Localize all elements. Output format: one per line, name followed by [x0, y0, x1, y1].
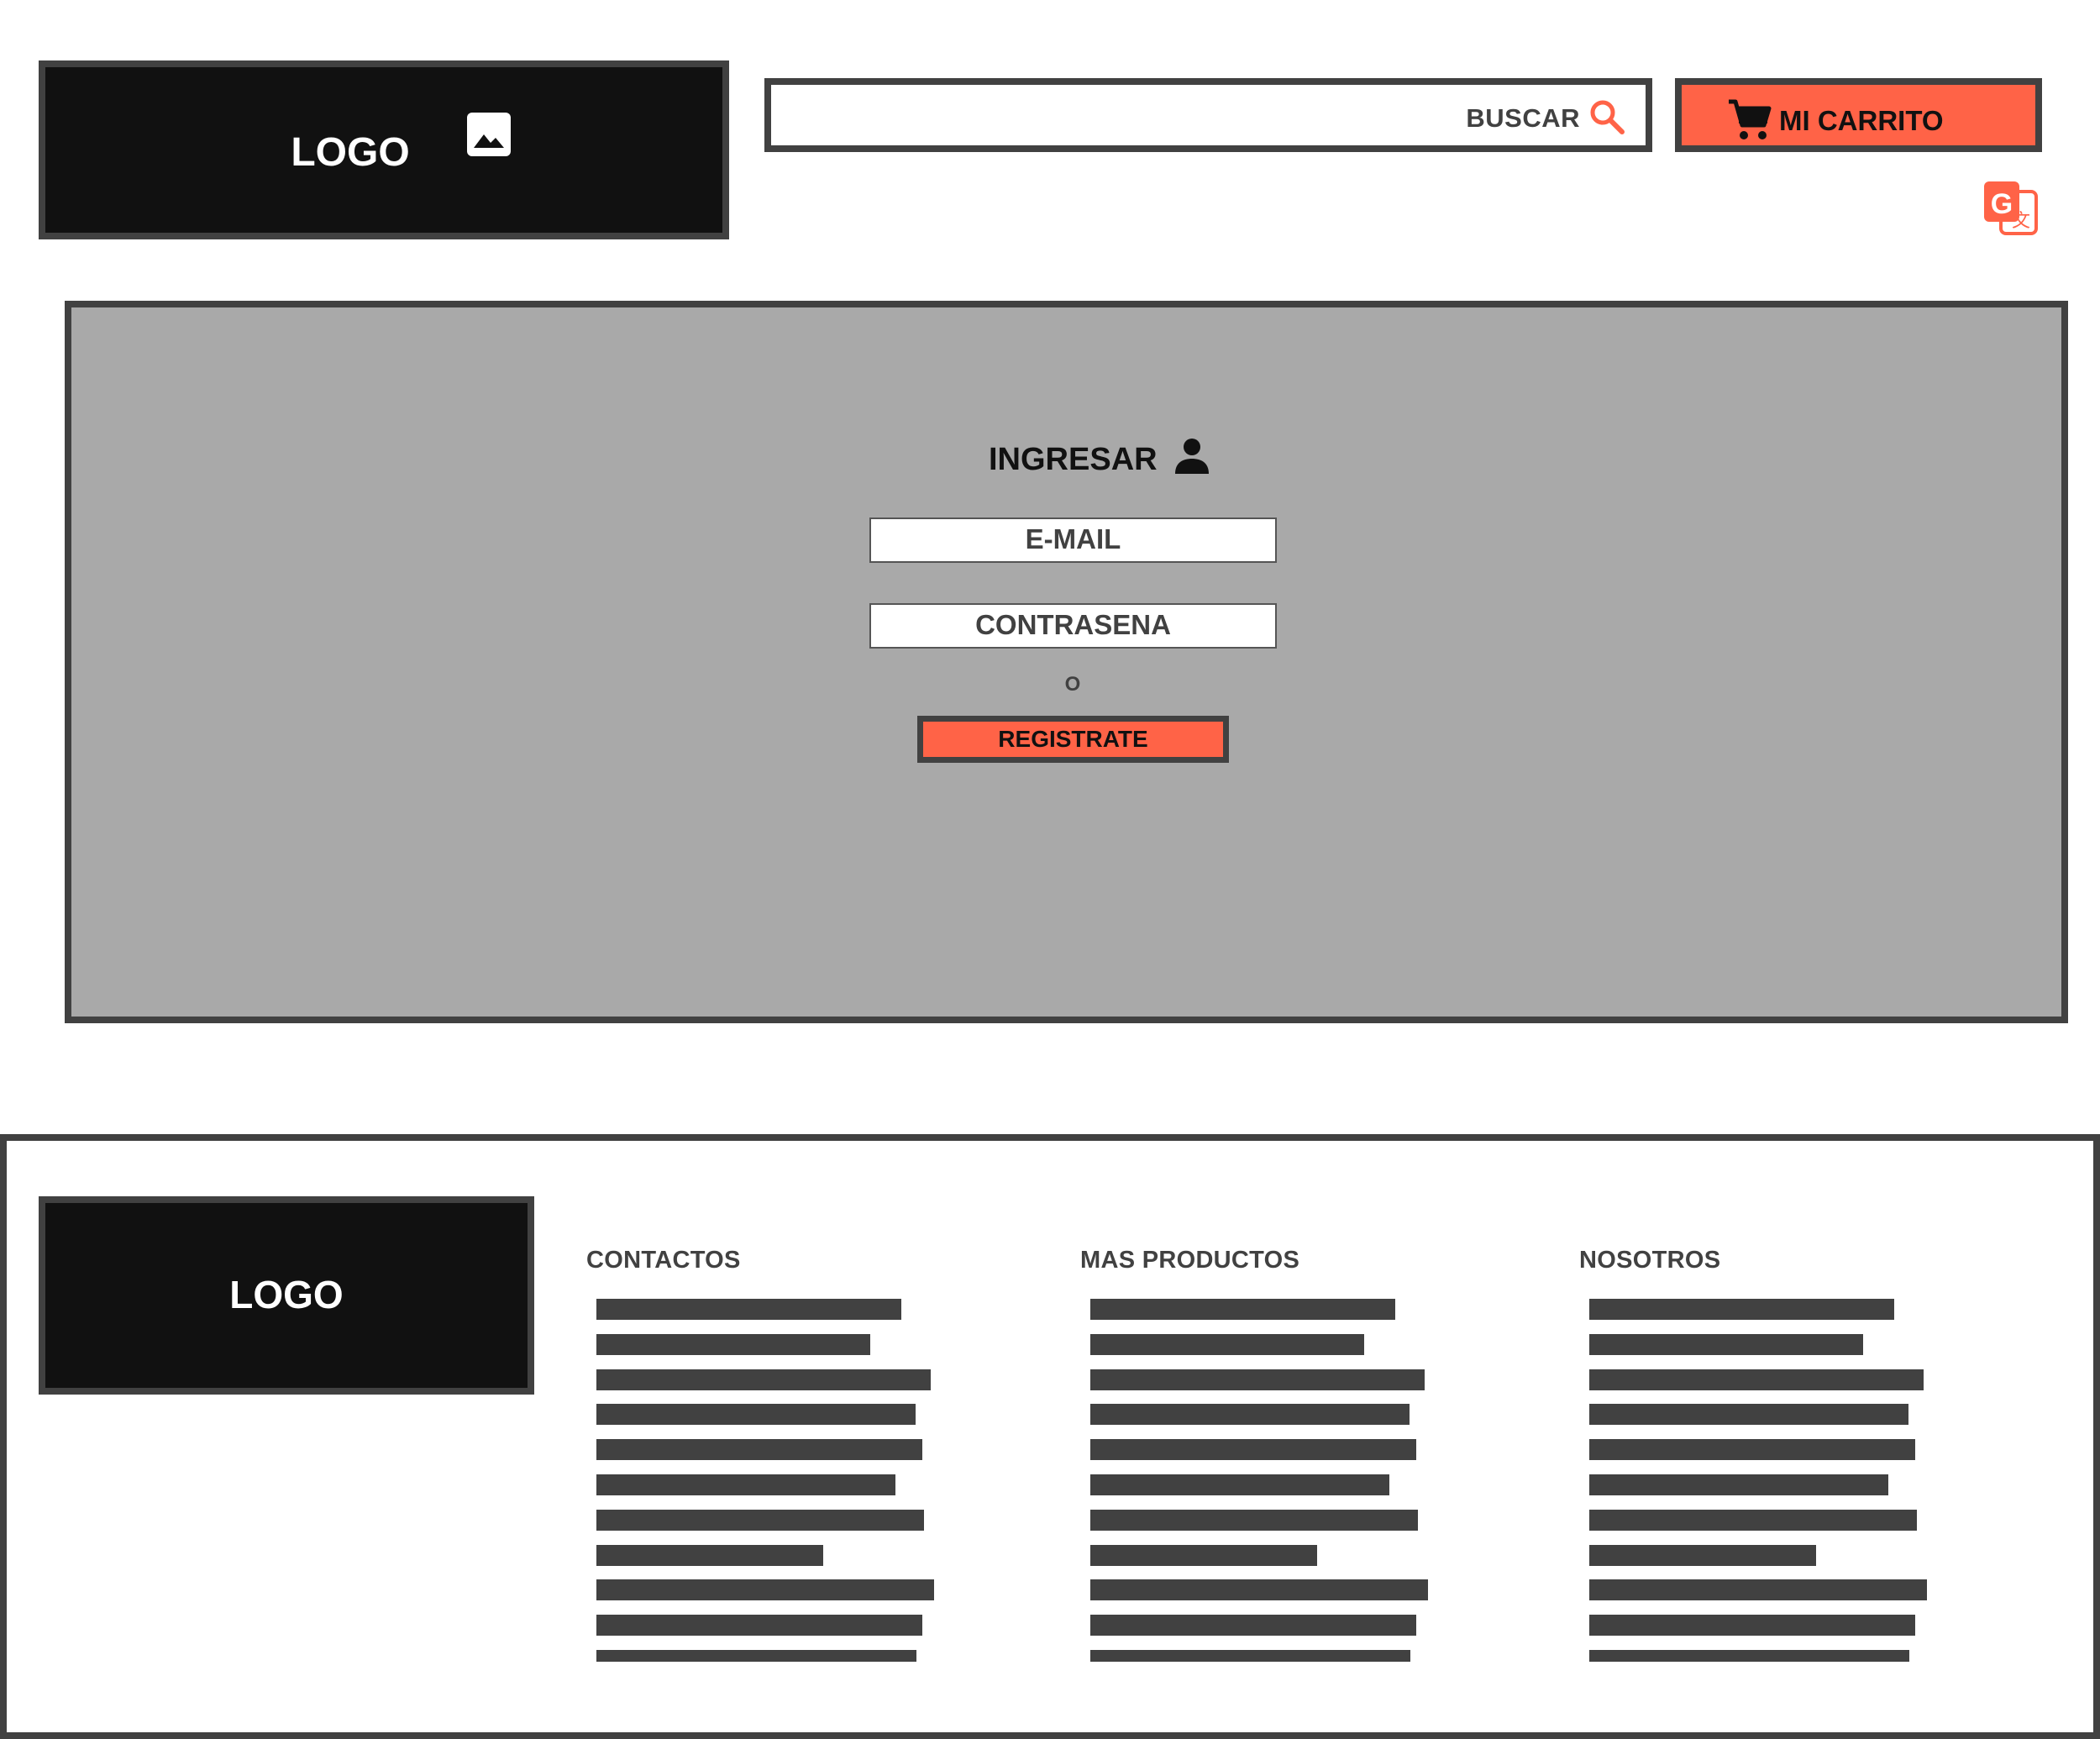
placeholder-text-line: [1090, 1404, 1410, 1426]
footer-column-mas-productos: [1084, 1299, 1436, 1662]
placeholder-text-line: [596, 1650, 916, 1662]
user-icon: [1172, 435, 1212, 475]
placeholder-text-line: [596, 1333, 870, 1355]
placeholder-text-line: [596, 1509, 924, 1531]
footer-title-contactos: CONTACTOS: [586, 1247, 741, 1274]
placeholder-text-line: [1090, 1299, 1395, 1320]
footer-logo-text: LOGO: [229, 1273, 344, 1316]
cart-icon: [1727, 98, 1772, 142]
placeholder-text-line: [1090, 1544, 1317, 1566]
footer: LOGO CONTACTOS MAS PRODUCTOS NOSOTROS: [0, 1134, 2100, 1739]
svg-text:文: 文: [2012, 211, 2030, 232]
placeholder-text-line: [1090, 1439, 1416, 1461]
placeholder-text-line: [1589, 1579, 1927, 1601]
placeholder-text-line: [596, 1299, 901, 1320]
translate-icon[interactable]: G 文: [1982, 180, 2040, 237]
placeholder-text-line: [1589, 1509, 1917, 1531]
image-icon: [467, 113, 511, 156]
placeholder-text-line: [596, 1369, 931, 1390]
password-field[interactable]: CONTRASENA: [869, 603, 1277, 649]
footer-title-nosotros: NOSOTROS: [1579, 1247, 1721, 1274]
cart-button[interactable]: MI CARRITO: [1675, 78, 2042, 152]
search-label: BUSCAR: [1466, 103, 1580, 133]
footer-logo[interactable]: LOGO: [39, 1196, 534, 1395]
header-logo-text: LOGO: [291, 130, 410, 175]
search-icon[interactable]: [1588, 98, 1625, 135]
header-logo[interactable]: LOGO: [39, 60, 729, 239]
placeholder-text-line: [1589, 1299, 1894, 1320]
placeholder-text-line: [1090, 1333, 1364, 1355]
placeholder-text-line: [596, 1404, 916, 1426]
placeholder-text-line: [596, 1579, 934, 1601]
placeholder-text-line: [1090, 1650, 1410, 1662]
placeholder-text-line: [596, 1544, 823, 1566]
placeholder-text-line: [1589, 1615, 1915, 1637]
placeholder-text-line: [1589, 1404, 1908, 1426]
login-panel: INGRESAR E-MAIL CONTRASENA O REGISTRATE: [65, 301, 2068, 1023]
placeholder-text-line: [596, 1439, 922, 1461]
placeholder-text-line: [1589, 1474, 1888, 1495]
footer-column-nosotros: [1583, 1299, 1935, 1662]
placeholder-text-line: [1589, 1544, 1816, 1566]
login-title: INGRESAR: [989, 442, 1158, 477]
placeholder-text-line: [1090, 1369, 1425, 1390]
or-separator: O: [1064, 673, 1081, 696]
placeholder-text-line: [1090, 1474, 1389, 1495]
email-field[interactable]: E-MAIL: [869, 517, 1277, 563]
footer-column-contactos: [590, 1299, 942, 1662]
placeholder-text-line: [1090, 1509, 1418, 1531]
placeholder-text-line: [1589, 1333, 1863, 1355]
footer-title-mas-productos: MAS PRODUCTOS: [1080, 1247, 1300, 1274]
placeholder-text-line: [1589, 1369, 1924, 1390]
cart-label: MI CARRITO: [1779, 105, 1944, 136]
placeholder-text-line: [1589, 1439, 1915, 1461]
search-box[interactable]: BUSCAR: [764, 78, 1652, 152]
placeholder-text-line: [1090, 1615, 1416, 1637]
svg-text:G: G: [1991, 188, 2013, 220]
placeholder-text-line: [596, 1615, 922, 1637]
placeholder-text-line: [1090, 1579, 1428, 1601]
register-button[interactable]: REGISTRATE: [917, 716, 1229, 763]
placeholder-text-line: [596, 1474, 895, 1495]
placeholder-text-line: [1589, 1650, 1909, 1662]
